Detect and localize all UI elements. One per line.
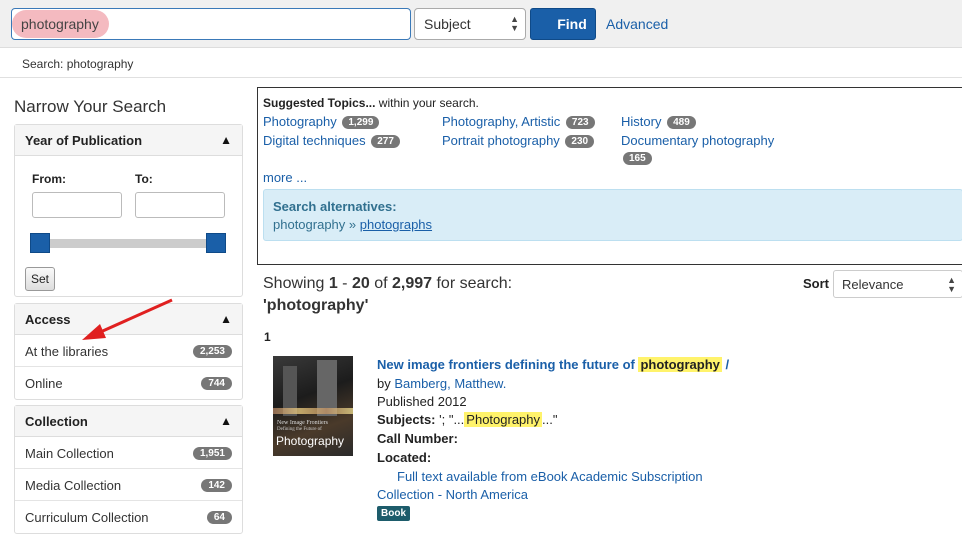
collapse-caret-icon[interactable]: ▲ <box>220 414 232 428</box>
facet-item-count: 744 <box>201 377 232 390</box>
facet-item-media-collection[interactable]: Media Collection 142 <box>15 469 242 501</box>
facet-item-label: Online <box>25 376 63 391</box>
record-located: Located: <box>377 450 432 465</box>
facet-item-label: Main Collection <box>25 446 114 461</box>
record-author: by Bamberg, Matthew. <box>377 376 507 391</box>
facet-item-curriculum-collection[interactable]: Curriculum Collection 64 <box>15 501 242 533</box>
facet-item-main-collection[interactable]: Main Collection 1,951 <box>15 437 242 469</box>
record-title-link[interactable]: New image frontiers defining the future … <box>377 357 729 372</box>
search-type-value: Subject <box>424 16 471 32</box>
set-year-button[interactable]: Set <box>25 267 55 291</box>
sort-select[interactable]: Relevance ▲ ▼ <box>833 270 962 298</box>
topic-link[interactable]: Digital techniques 277 <box>263 133 400 148</box>
fulltext-link[interactable]: Full text available from eBook Academic … <box>397 469 703 484</box>
search-alternatives-line: photography » photographs <box>273 217 433 232</box>
facet-year: Year of Publication ▲ From: To: Set <box>14 124 243 297</box>
topic-count: 277 <box>371 135 400 148</box>
facet-title: Year of Publication <box>25 133 143 148</box>
year-from-input[interactable] <box>32 192 122 218</box>
topic-count: 1,299 <box>342 116 380 129</box>
facet-item-count: 64 <box>206 511 232 524</box>
year-to-input[interactable] <box>135 192 225 218</box>
topic-count: 230 <box>565 135 595 148</box>
collapse-caret-icon[interactable]: ▲ <box>220 133 232 147</box>
facet-title: Collection <box>25 414 88 429</box>
advanced-search-link[interactable]: Advanced <box>606 16 668 32</box>
query-highlight: photography <box>638 357 722 372</box>
record-call-number: Call Number: <box>377 431 458 446</box>
select-arrows-icon: ▲ ▼ <box>947 275 956 294</box>
results-query: 'photography' <box>263 297 369 314</box>
page-number: 1 <box>264 330 271 344</box>
suggested-topics-heading: Suggested Topics... within your search. <box>263 96 479 110</box>
year-slider-min-handle[interactable] <box>30 233 50 253</box>
format-badge: Book <box>377 506 410 521</box>
topic-link[interactable]: Portrait photography 230 <box>442 133 595 148</box>
collapse-caret-icon[interactable]: ▲ <box>220 312 232 326</box>
search-type-select[interactable]: Subject ▲ ▼ <box>414 8 526 40</box>
find-button[interactable]: Find <box>530 8 596 40</box>
alternative-link[interactable]: photographs <box>360 217 432 232</box>
more-topics-link[interactable]: more ... <box>263 170 307 185</box>
facet-item-label: Media Collection <box>25 478 122 493</box>
facet-year-header[interactable]: Year of Publication ▲ <box>15 125 242 156</box>
search-bar: photography Subject ▲ ▼ Find Advanced <box>0 0 962 48</box>
sort-value: Relevance <box>842 277 904 292</box>
breadcrumb-row: Search: photography <box>0 48 962 78</box>
facet-item-label: Curriculum Collection <box>25 510 149 525</box>
from-label: From: <box>32 172 66 186</box>
topic-count: 489 <box>667 116 696 129</box>
topic-link[interactable]: Photography, Artistic 723 <box>442 114 595 129</box>
facet-item-label: At the libraries <box>25 344 109 359</box>
to-label: To: <box>135 172 153 186</box>
sidebar-title: Narrow Your Search <box>14 97 167 116</box>
year-slider-max-handle[interactable] <box>206 233 226 253</box>
facet-item-count: 142 <box>201 479 232 492</box>
facet-item-count: 2,253 <box>192 345 232 358</box>
facet-collection-header[interactable]: Collection ▲ <box>15 406 242 437</box>
book-cover-image[interactable]: New Image Frontiers Defining the Future … <box>273 356 353 456</box>
topic-link[interactable]: Documentary photography <box>621 133 774 148</box>
results-summary: Showing 1 - 20 of 2,997 for search: 'pho… <box>263 275 513 314</box>
search-input[interactable] <box>11 8 411 40</box>
select-arrows-icon: ▲ ▼ <box>510 14 519 33</box>
search-alternatives-heading: Search alternatives: <box>273 199 397 214</box>
topic-link[interactable]: History 489 <box>621 114 696 129</box>
topic-link[interactable]: Photography 1,299 <box>263 114 380 129</box>
query-highlight: Photography <box>464 412 543 427</box>
topic-count: 165 <box>623 152 652 165</box>
sort-label: Sort <box>803 276 829 291</box>
search-alternatives-box: Search alternatives: photography » photo… <box>263 189 962 241</box>
facet-item-online[interactable]: Online 744 <box>15 367 242 399</box>
record-subjects: Subjects: '; "... Photography ..." <box>377 412 558 427</box>
topic-count: 723 <box>565 116 595 129</box>
author-link[interactable]: Bamberg, Matthew. <box>394 376 506 391</box>
collection-link[interactable]: Collection - North America <box>377 487 528 502</box>
year-slider-track[interactable] <box>41 239 219 248</box>
annotation-arrow-icon <box>82 298 173 340</box>
record-published: Published 2012 <box>377 394 467 409</box>
facet-title: Access <box>25 312 71 327</box>
facet-item-count: 1,951 <box>192 447 232 460</box>
breadcrumb: Search: photography <box>22 57 134 71</box>
facet-collection: Collection ▲ Main Collection 1,951 Media… <box>14 405 243 534</box>
suggested-topics-box: Suggested Topics... within your search. … <box>257 87 962 265</box>
